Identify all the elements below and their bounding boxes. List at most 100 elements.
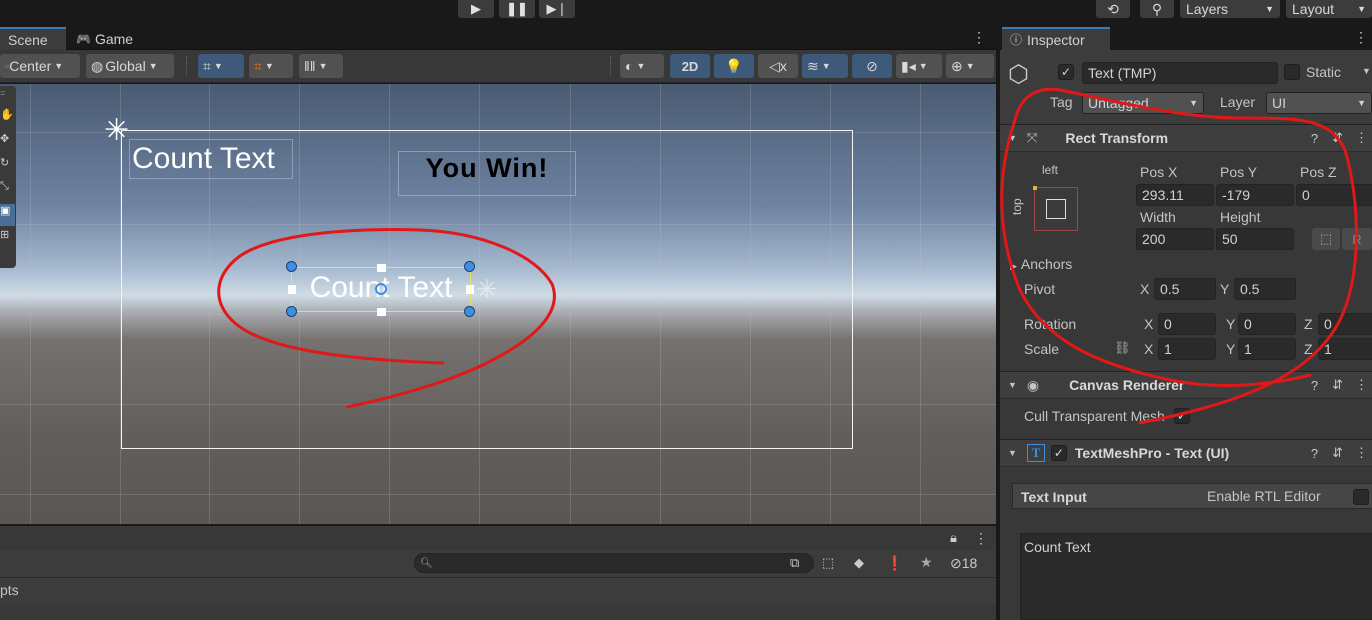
scene-viewport[interactable]: ✳ Count Text You Win! Count Text ✳	[0, 84, 996, 524]
play-icon: ▶	[471, 1, 481, 16]
chevron-down-icon: ▼	[1357, 4, 1366, 14]
project-toolbar: 🔍︎ ⧉ ⬚ ◆ ❗ ★ ⊘18	[0, 550, 996, 578]
hidden-count: 18	[961, 555, 978, 571]
chevron-down-icon: ▼	[54, 61, 64, 71]
snap-icon: ⌗	[254, 57, 262, 74]
text-input-value: Count Text	[1024, 539, 1091, 555]
annotation-drawing	[217, 228, 556, 409]
grid-visibility-button[interactable]: ‖‖ ▼	[299, 54, 343, 78]
layout-dropdown[interactable]: Layout ▼	[1286, 0, 1372, 18]
more-options-icon[interactable]: ⋮	[1354, 29, 1368, 46]
static-checkbox[interactable]	[1284, 64, 1300, 80]
chevron-down-icon: ▼	[264, 61, 274, 71]
inspector-tab-bar: ⓘ Inspector ⋮	[1000, 27, 1372, 50]
search-button[interactable]: ⚲	[1140, 0, 1174, 18]
hand-tool-icon[interactable]: ✋	[0, 108, 14, 128]
hidden-objects-toggle[interactable]: ⊘	[852, 54, 892, 78]
mute-icon: ◁x	[769, 57, 787, 74]
toolbar-divider	[610, 56, 612, 76]
mode-2d-toggle[interactable]: 2D	[670, 54, 710, 78]
filter-type-icon[interactable]: ⬚	[822, 555, 834, 571]
lightbulb-icon: 💡	[725, 57, 743, 74]
transform-tool-icon[interactable]: ⊞	[0, 228, 14, 248]
step-icon: ▶❘	[546, 1, 568, 16]
toolbar-divider	[186, 56, 188, 76]
effects-dropdown[interactable]: ≋ ▼	[802, 54, 848, 78]
inspector-annotation-drawing	[1000, 87, 1358, 425]
presets-icon[interactable]: ⇵	[1332, 445, 1343, 461]
play-button[interactable]: ▶	[458, 0, 494, 18]
gizmos-dropdown[interactable]: ⊕ ▼	[946, 54, 994, 78]
object-name-value: Text (TMP)	[1088, 65, 1157, 81]
project-search-input[interactable]: 🔍︎	[414, 553, 814, 573]
more-options-icon[interactable]: ⋮	[974, 530, 988, 547]
scene-toolbar: ▫ Center ▼ ◍ Global ▼ ⌗ ▼ ⌗ ▼ ‖‖ ▼ ◐ ▼ 2D 💡 ◁x ≋…	[0, 50, 996, 83]
lock-icon[interactable]: 🔒︎	[950, 530, 957, 546]
warning-icon[interactable]: ❗	[886, 555, 903, 572]
star-icon[interactable]: ★	[920, 554, 933, 571]
scale-tool-icon[interactable]: ⤡	[0, 180, 14, 200]
filter-label-icon[interactable]: ◆	[854, 555, 864, 571]
step-button[interactable]: ▶❘	[539, 0, 575, 18]
search-options-icon[interactable]: ⧉	[790, 555, 799, 571]
camera-dropdown[interactable]: ▮◂ ▼	[896, 54, 942, 78]
move-tool-icon[interactable]: ✥	[0, 132, 14, 152]
textmeshpro-title: TextMeshPro - Text (UI)	[1074, 445, 1230, 461]
layout-label: Layout	[1292, 1, 1335, 17]
enable-rtl-checkbox[interactable]	[1353, 489, 1369, 505]
lighting-toggle[interactable]: 💡	[714, 54, 754, 78]
info-icon: ⓘ	[1010, 33, 1023, 47]
chevron-down-icon: ▼	[636, 61, 646, 71]
grid-snap-button[interactable]: ⌗ ▼	[198, 54, 244, 78]
text-input-area[interactable]: Count Text	[1020, 533, 1372, 620]
foldout-arrow-icon: ▼	[1008, 448, 1017, 458]
list-item[interactable]: pts	[0, 578, 996, 604]
history-button[interactable]: ⟲	[1096, 0, 1130, 18]
space-label: Global	[105, 58, 146, 74]
history-icon: ⟲	[1107, 0, 1119, 17]
help-icon[interactable]: ?	[1311, 446, 1318, 461]
mode-2d-label: 2D	[681, 58, 699, 74]
hidden-packages-toggle[interactable]: ⊘18	[950, 555, 977, 572]
static-label: Static	[1306, 64, 1342, 80]
text-input-section: Text Input Enable RTL Editor	[1012, 483, 1372, 509]
search-icon: ⚲	[1151, 0, 1163, 17]
camera-icon: ▮◂	[901, 57, 916, 74]
textmeshpro-enabled-checkbox[interactable]: ✓	[1050, 445, 1067, 461]
drag-handle-icon[interactable]: =	[0, 88, 14, 102]
tab-game[interactable]: 🎮 Game	[68, 27, 148, 50]
eye-off-icon: ⊘	[866, 57, 878, 74]
chevron-down-icon: ▼	[148, 61, 158, 71]
increment-snap-button[interactable]: ⌗ ▼	[249, 54, 293, 78]
space-mode-dropdown[interactable]: ◍ Global ▼	[86, 54, 174, 78]
chevron-down-icon: ▼	[965, 61, 975, 71]
textmeshpro-header[interactable]: ▼ T ✓ TextMeshPro - Text (UI) ? ⇵ ⋮	[1000, 439, 1372, 467]
rotate-tool-icon[interactable]: ↻	[0, 156, 14, 176]
layers-label: Layers	[1186, 1, 1229, 17]
eye-off-icon: ⊘	[950, 555, 962, 571]
shading-icon: ◐	[625, 58, 634, 74]
more-options-icon[interactable]: ⋮	[972, 29, 986, 46]
play-toolbar: ▶ ❚❚ ▶❘ ⟲ ⚲ Layers ▼ Layout ▼	[0, 0, 1372, 20]
globe-icon: ◍	[91, 57, 104, 74]
enable-rtl-label: Enable RTL Editor	[1207, 488, 1321, 504]
layers-dropdown[interactable]: Layers ▼	[1180, 0, 1280, 18]
chevron-down-icon[interactable]: ▼	[1362, 66, 1371, 76]
rect-tool-icon[interactable]: ▣	[0, 204, 15, 226]
chevron-down-icon: ▼	[918, 61, 928, 71]
chevron-down-icon: ▼	[821, 61, 831, 71]
draw-mode-dropdown[interactable]: ◐ ▼	[620, 54, 664, 78]
more-options-icon[interactable]: ⋮	[1355, 445, 1368, 461]
pause-button[interactable]: ❚❚	[499, 0, 535, 18]
scene-tab-bar: Scene 🎮 Game ⋮	[0, 27, 996, 50]
tab-scene-label: Scene	[8, 31, 48, 48]
audio-toggle[interactable]: ◁x	[758, 54, 798, 78]
chevron-down-icon: ▼	[318, 61, 328, 71]
tab-scene[interactable]: Scene	[0, 27, 66, 50]
chevron-down-icon: ▼	[213, 61, 223, 71]
search-icon: 🔍︎	[420, 557, 433, 569]
pivot-mode-dropdown[interactable]: ▫ Center ▼	[0, 54, 80, 78]
pivot-label: Center	[9, 58, 52, 74]
active-checkbox[interactable]: ✓	[1058, 64, 1074, 80]
tab-inspector[interactable]: ⓘ Inspector	[1002, 27, 1110, 50]
